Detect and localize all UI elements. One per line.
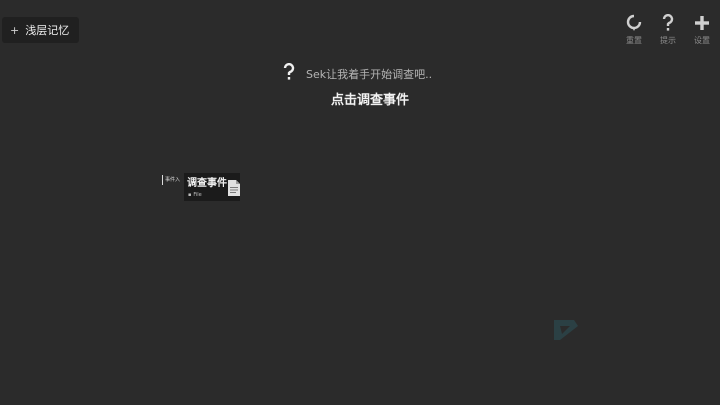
instruction-text: 点击调查事件 (330, 93, 409, 108)
shallow-memory-button[interactable]: + 浅层记忆 (2, 17, 80, 43)
shallow-memory-label: 浅层记忆 (25, 24, 70, 37)
plus-icon: + (10, 23, 20, 37)
game-screen: + 浅层记忆 重置 提示 设置 Sek让我着手开始调查吧.. 点击调查事件 事件… (0, 0, 720, 405)
investigate-event-card[interactable]: 事件入 调查事件 ▪ File (162, 173, 242, 203)
hint-line: Sek让我着手开始调查吧.. (282, 62, 433, 85)
event-subtitle: ▪ File (188, 192, 202, 198)
hint-text: Sek让我着手开始调查吧.. (306, 68, 433, 81)
bullet-icon: ▪ (188, 192, 192, 198)
question-icon (662, 14, 674, 31)
reset-label: 重置 (626, 36, 642, 45)
document-icon (228, 180, 240, 196)
event-subtitle-text: File (193, 192, 202, 198)
settings-button[interactable]: 设置 (692, 14, 712, 46)
hint-button[interactable]: 提示 (658, 14, 678, 46)
event-tag: 事件入 (162, 175, 182, 185)
logo-mark (554, 320, 578, 340)
plus-icon (695, 16, 709, 30)
top-toolbar: 重置 提示 设置 (624, 14, 712, 46)
reset-icon (626, 14, 642, 31)
event-title: 调查事件 (187, 178, 227, 189)
question-icon (282, 62, 296, 85)
settings-label: 设置 (694, 36, 710, 45)
hint-label: 提示 (660, 36, 676, 45)
reset-button[interactable]: 重置 (624, 14, 644, 46)
